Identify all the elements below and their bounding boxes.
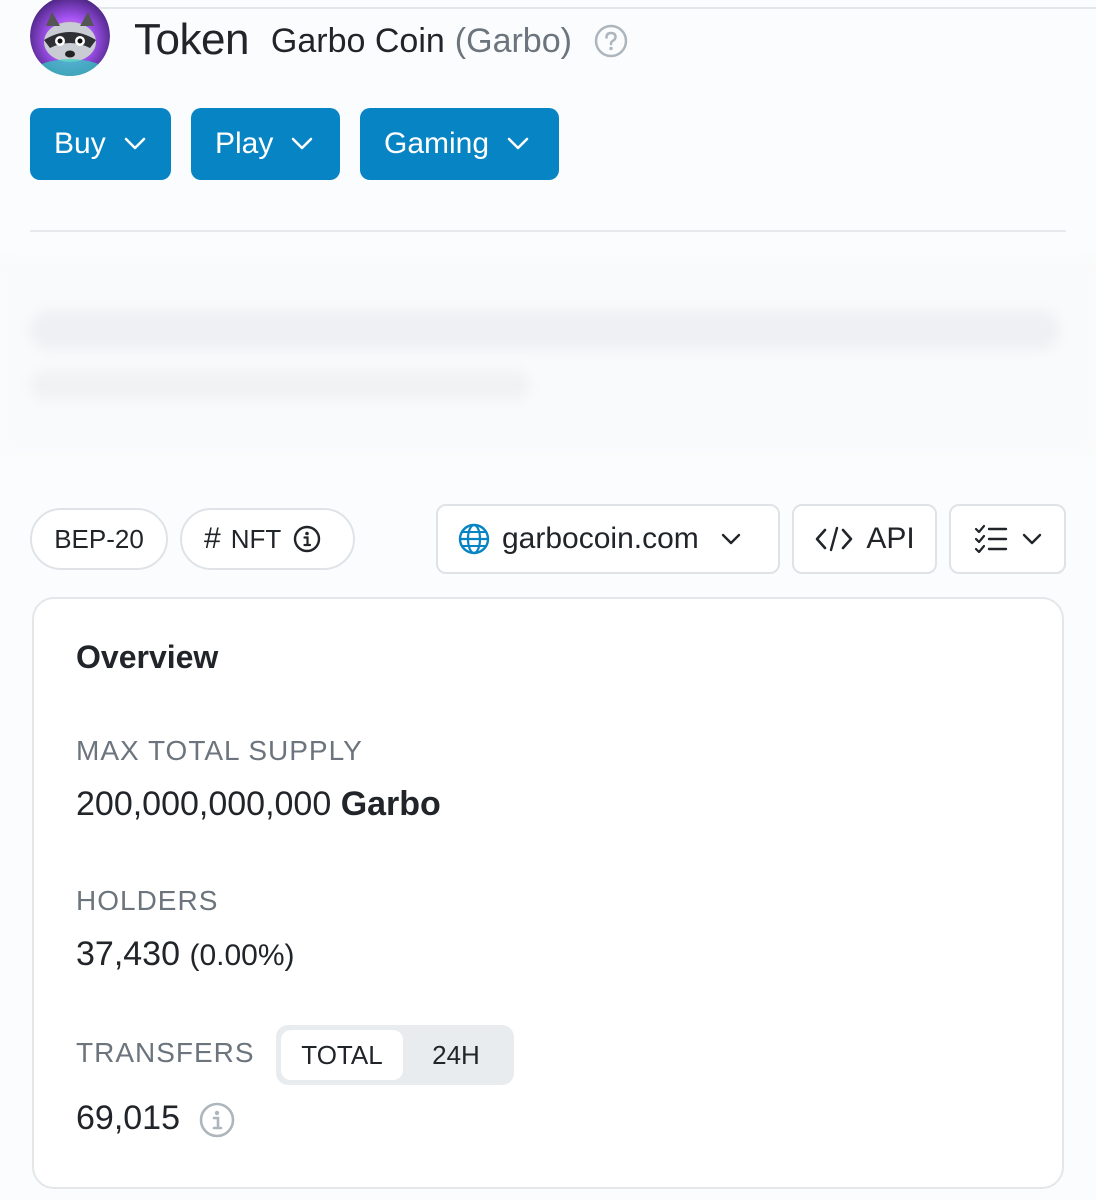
tab-24h[interactable]: 24H xyxy=(403,1030,509,1080)
chevron-down-icon xyxy=(292,137,313,150)
tab-total[interactable]: TOTAL xyxy=(281,1030,403,1080)
blurred-line xyxy=(30,370,530,400)
info-circle-icon xyxy=(294,525,321,553)
api-label: API xyxy=(866,522,915,555)
overview-title: Overview xyxy=(76,639,219,675)
token-symbol: (Garbo) xyxy=(454,21,572,60)
token-name: Garbo Coin xyxy=(270,21,445,60)
page-header: Token Garbo Coin (Garbo) xyxy=(30,0,628,80)
max-supply-unit: Garbo xyxy=(340,785,441,823)
checklist-icon xyxy=(974,524,1007,554)
buy-label: Buy xyxy=(54,127,106,160)
chevron-down-icon xyxy=(1022,533,1041,545)
max-supply-number: 200,000,000,000 xyxy=(76,785,332,823)
gaming-button[interactable]: Gaming xyxy=(360,108,559,180)
website-label: garbocoin.com xyxy=(502,522,699,555)
more-options-dropdown[interactable] xyxy=(949,504,1066,574)
transfers-value: 69,015 xyxy=(76,1099,235,1138)
chevron-down-icon xyxy=(721,533,740,545)
bep20-label: BEP-20 xyxy=(54,523,144,554)
buy-button[interactable]: Buy xyxy=(30,108,171,180)
max-supply-value: 200,000,000,000 Garbo xyxy=(76,785,441,824)
holders-label: HOLDERS xyxy=(76,885,219,916)
action-buttons: Buy Play Gaming xyxy=(30,108,579,180)
blurred-sponsored-banner xyxy=(0,260,1096,450)
token-toolbar: garbocoin.com API xyxy=(436,504,1066,574)
transfers-toggle: TOTAL 24H xyxy=(276,1025,514,1085)
play-label: Play xyxy=(215,127,274,160)
max-supply-label: MAX TOTAL SUPPLY xyxy=(76,735,363,766)
website-dropdown[interactable]: garbocoin.com xyxy=(436,504,780,574)
chevron-down-icon xyxy=(507,137,529,150)
bep20-tag[interactable]: BEP-20 xyxy=(30,508,168,570)
token-tags: BEP-20 # NFT xyxy=(30,508,367,570)
nft-label: NFT xyxy=(230,523,282,554)
hash-icon: # xyxy=(204,522,221,555)
transfers-number: 69,015 xyxy=(76,1099,180,1137)
page-title: Token xyxy=(134,15,249,64)
overview-card: Overview MAX TOTAL SUPPLY 200,000,000,00… xyxy=(32,597,1064,1189)
chevron-down-icon xyxy=(124,137,145,150)
holders-change: (0.00%) xyxy=(189,939,295,972)
info-circle-icon[interactable] xyxy=(199,1102,235,1138)
holders-value: 37,430 (0.00%) xyxy=(76,935,295,974)
code-icon xyxy=(816,526,853,552)
transfers-label: TRANSFERS xyxy=(76,1037,255,1068)
api-button[interactable]: API xyxy=(792,504,937,574)
blurred-line xyxy=(30,310,1060,350)
holders-number: 37,430 xyxy=(76,935,180,973)
globe-icon xyxy=(458,523,490,555)
token-avatar xyxy=(30,0,110,76)
section-divider xyxy=(30,230,1066,232)
question-circle-icon[interactable] xyxy=(594,24,628,58)
gaming-label: Gaming xyxy=(384,127,490,160)
nft-tag[interactable]: # NFT xyxy=(180,508,355,570)
play-button[interactable]: Play xyxy=(191,108,340,180)
